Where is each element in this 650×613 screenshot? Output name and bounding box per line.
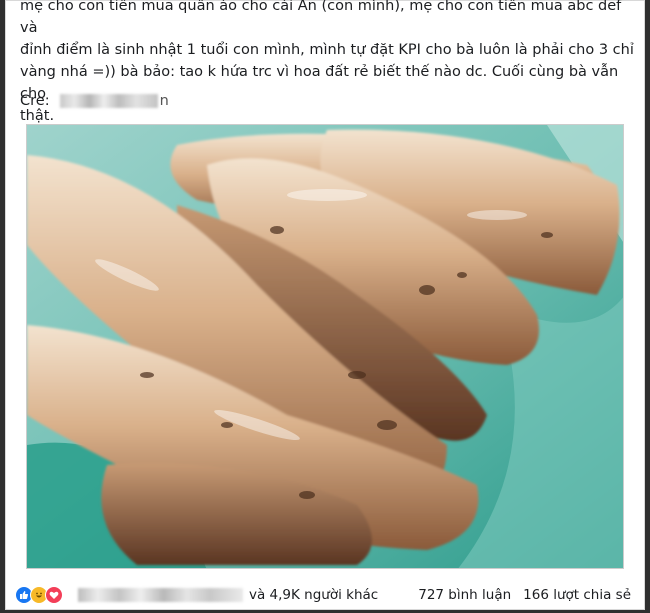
credit-line: Cre: n <box>20 93 169 109</box>
post-text-line: mẹ cho con tiền mua quần áo cho cái An (… <box>20 0 622 36</box>
love-icon <box>45 586 63 604</box>
share-count-link[interactable]: 166 lượt chia sẻ <box>523 587 631 603</box>
comment-count-link[interactable]: 727 bình luận <box>418 587 511 603</box>
screenshot-frame: mẹ cho con tiền mua quần áo cho cái An (… <box>0 0 650 613</box>
post-footer: và 4,9K người khác 727 bình luận 166 lượ… <box>5 580 645 610</box>
blurred-credit-name[interactable] <box>59 94 158 108</box>
credit-name-tail: n <box>159 93 169 109</box>
blurred-reactor-names[interactable] <box>78 588 243 602</box>
fried-spring-rolls-photo <box>27 125 623 568</box>
reaction-count-text[interactable]: và 4,9K người khác <box>249 587 378 603</box>
post-text-line: đỉnh điểm là sinh nhật 1 tuổi con mình, … <box>20 42 634 58</box>
post-photo[interactable] <box>26 124 624 569</box>
credit-label: Cre: <box>20 93 50 109</box>
reaction-summary[interactable] <box>15 586 63 604</box>
